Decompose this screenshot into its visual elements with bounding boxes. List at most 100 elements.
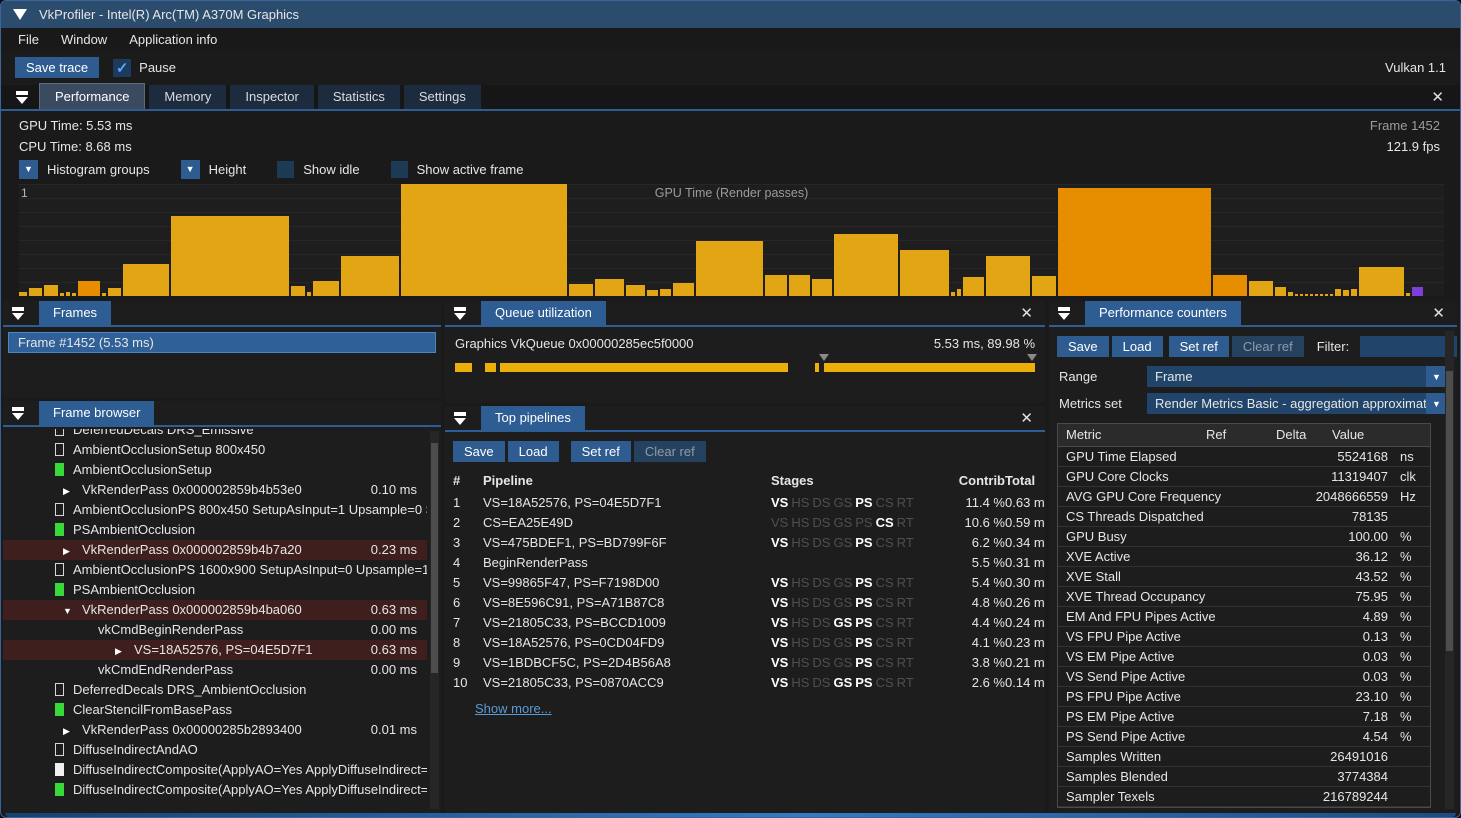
metric-row[interactable]: Sampler Texels216789244 (1058, 787, 1430, 807)
top-pipelines-tab[interactable]: Top pipelines (481, 406, 585, 430)
menu-item-application-info[interactable]: Application info (118, 30, 228, 49)
tree-row[interactable]: PSAmbientOcclusion (3, 520, 427, 540)
histogram-bar[interactable] (696, 241, 763, 296)
histogram-bar[interactable] (44, 285, 58, 296)
range-marker-icon[interactable] (1027, 354, 1037, 361)
histogram-bar[interactable] (1406, 293, 1410, 296)
histogram-bar[interactable] (834, 234, 898, 296)
histogram-bar[interactable] (291, 286, 305, 296)
pause-checkbox-icon[interactable]: ✓ (113, 59, 131, 77)
tree-row[interactable]: DiffuseIndirectComposite(ApplyAO=Yes App… (3, 760, 427, 780)
range-dropdown[interactable]: Frame ▼ (1147, 366, 1447, 387)
close-icon[interactable]: ✕ (1431, 88, 1444, 106)
metric-row[interactable]: Samples Blended3774384 (1058, 767, 1430, 787)
selected-frame-row[interactable]: Frame #1452 (5.53 ms) (8, 332, 436, 353)
metric-row[interactable]: GPU Busy100.00% (1058, 527, 1430, 547)
tree-row[interactable]: DiffuseIndirectAndAO (3, 740, 427, 760)
histogram-bar[interactable] (957, 289, 961, 296)
filter-funnel-icon[interactable] (11, 306, 25, 320)
frames-tab[interactable]: Frames (39, 301, 111, 325)
histogram-bar[interactable] (123, 264, 169, 296)
show-more-link[interactable]: Show more... (445, 693, 552, 716)
close-icon[interactable]: ✕ (1020, 304, 1033, 322)
histogram-bar[interactable] (341, 256, 399, 296)
show-active-frame-checkbox[interactable] (391, 161, 408, 178)
tree-row[interactable]: vkCmdEndRenderPass0.00 ms (3, 660, 427, 680)
histogram-bar[interactable] (951, 292, 955, 296)
filter-input[interactable] (1360, 336, 1457, 357)
chevron-down-icon[interactable]: ▼ (1426, 366, 1447, 387)
histogram-bar[interactable] (789, 275, 810, 296)
load-button[interactable]: Load (1112, 336, 1163, 357)
metric-row[interactable]: VS Send Pipe Active0.03% (1058, 667, 1430, 687)
chevron-right-icon[interactable]: ▶ (115, 641, 125, 660)
histogram-bar[interactable] (812, 279, 832, 296)
filter-funnel-icon[interactable] (15, 90, 29, 104)
chevron-down-icon[interactable]: ▼ (1426, 393, 1447, 414)
close-icon[interactable]: ✕ (1432, 304, 1445, 322)
filter-funnel-icon[interactable] (453, 306, 467, 320)
tree-row[interactable]: DiffuseIndirectComposite(ApplyAO=Yes App… (3, 780, 427, 800)
histogram-bar[interactable] (1275, 287, 1286, 296)
tab-memory[interactable]: Memory (149, 85, 226, 109)
chevron-right-icon[interactable]: ▶ (63, 481, 73, 500)
queue-utilization-tab[interactable]: Queue utilization (481, 301, 606, 325)
metric-row[interactable]: CS Threads Dispatched78135 (1058, 507, 1430, 527)
show-idle-checkbox[interactable] (277, 161, 294, 178)
tree-row[interactable]: ▶VkRenderPass 0x00000285b28934000.01 ms (3, 720, 427, 740)
histogram-bar[interactable] (1320, 294, 1323, 296)
scrollbar-thumb[interactable] (1446, 371, 1453, 651)
metrics-set-dropdown[interactable]: Render Metrics Basic - aggregation appro… (1147, 393, 1447, 414)
queue-utilization-bar[interactable] (455, 363, 1035, 372)
chevron-right-icon[interactable]: ▶ (63, 721, 73, 740)
histogram-bar[interactable] (1325, 294, 1328, 296)
pause-toggle[interactable]: ✓ Pause (113, 59, 176, 77)
histogram-bar[interactable] (1412, 287, 1423, 296)
metric-row[interactable]: XVE Stall43.52% (1058, 567, 1430, 587)
histogram-bar[interactable] (1335, 289, 1341, 296)
histogram-groups-dropdown[interactable]: ▼ (19, 160, 38, 179)
chevron-right-icon[interactable]: ▶ (63, 541, 73, 560)
histogram-bar[interactable] (673, 283, 694, 296)
histogram-bar[interactable] (102, 293, 106, 296)
filter-funnel-icon[interactable] (1057, 306, 1071, 320)
pipeline-row[interactable]: 5VS=99865F47, PS=F7198D00VSHSDSGSPSCSRT5… (445, 573, 1045, 593)
histogram-bar[interactable] (401, 184, 567, 296)
histogram-bar[interactable] (313, 281, 339, 296)
tree-row[interactable]: ▶VkRenderPass 0x000002859b4b53e00.10 ms (3, 480, 427, 500)
set-ref-button[interactable]: Set ref (571, 441, 631, 462)
tree-row[interactable]: ClearStencilFromBasePass (3, 700, 427, 720)
filter-funnel-icon[interactable] (11, 406, 25, 420)
pipeline-row[interactable]: 7VS=21805C33, PS=BCCD1009VSHSDSGSPSCSRT4… (445, 613, 1045, 633)
pipeline-row[interactable]: 8VS=18A52576, PS=0CD04FD9VSHSDSGSPSCSRT4… (445, 633, 1045, 653)
metric-row[interactable]: Samples Written26491016 (1058, 747, 1430, 767)
tree-row[interactable]: AmbientOcclusionPS 800x450 SetupAsInput=… (3, 500, 427, 520)
clear-ref-button[interactable]: Clear ref (634, 441, 706, 462)
histogram-bar[interactable] (660, 289, 671, 296)
histogram-bar[interactable] (29, 288, 42, 296)
histogram-bar[interactable] (647, 290, 658, 296)
pipeline-row[interactable]: 1VS=18A52576, PS=04E5D7F1VSHSDSGSPSCSRT1… (445, 493, 1045, 513)
histogram-bar[interactable] (1295, 294, 1298, 296)
tab-inspector[interactable]: Inspector (230, 85, 313, 109)
histogram-bar[interactable] (1213, 275, 1247, 296)
height-dropdown[interactable]: ▼ (181, 160, 200, 179)
tree-row[interactable]: AmbientOcclusionSetup (3, 460, 427, 480)
histogram-bar[interactable] (765, 275, 787, 296)
histogram-bar[interactable] (108, 288, 121, 296)
histogram-bar[interactable] (986, 256, 1030, 296)
filter-funnel-icon[interactable] (453, 411, 467, 425)
metric-row[interactable]: VS EM Pipe Active0.03% (1058, 647, 1430, 667)
gpu-time-histogram[interactable] (19, 184, 1444, 296)
save-button[interactable]: Save (1057, 336, 1109, 357)
tab-statistics[interactable]: Statistics (318, 85, 400, 109)
histogram-bar[interactable] (595, 279, 624, 296)
histogram-bar[interactable] (1288, 292, 1293, 296)
histogram-bar[interactable] (19, 292, 27, 296)
histogram-bar[interactable] (963, 277, 984, 296)
histogram-bar[interactable] (1330, 294, 1333, 296)
tree-row[interactable]: AmbientOcclusionPS 1600x900 SetupAsInput… (3, 560, 427, 580)
tab-performance[interactable]: Performance (39, 83, 145, 109)
histogram-bar[interactable] (1032, 276, 1056, 296)
histogram-bar[interactable] (900, 250, 949, 296)
